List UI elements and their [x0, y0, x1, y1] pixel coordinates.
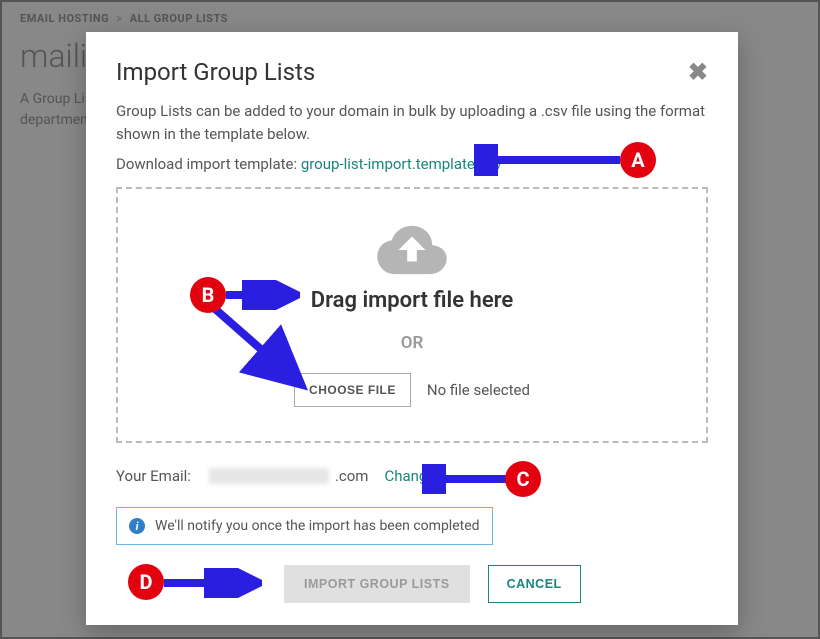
upload-cloud-icon: [377, 224, 447, 276]
no-file-text: No file selected: [427, 381, 530, 399]
email-row: Your Email: .com Change: [116, 467, 708, 485]
marker-b: B: [190, 277, 226, 313]
or-text: OR: [401, 333, 424, 353]
marker-d: D: [128, 564, 164, 600]
cancel-button[interactable]: CANCEL: [488, 565, 581, 603]
choose-file-button[interactable]: CHOOSE FILE: [294, 373, 411, 407]
email-redacted: [209, 468, 329, 484]
download-label: Download import template:: [116, 155, 301, 173]
arrow-b2: [208, 302, 308, 392]
modal-title: Import Group Lists: [116, 58, 315, 86]
info-icon: i: [129, 518, 145, 534]
arrow-c: [422, 464, 508, 494]
action-row: IMPORT GROUP LISTS CANCEL: [284, 565, 708, 603]
import-modal: Import Group Lists ✖ Group Lists can be …: [86, 32, 738, 625]
drag-file-text: Drag import file here: [311, 288, 513, 313]
marker-c: C: [505, 461, 541, 497]
arrow-a: [474, 144, 622, 176]
download-template-link[interactable]: group-list-import.template.csv: [301, 155, 502, 173]
email-label: Your Email:: [116, 467, 191, 485]
import-button[interactable]: IMPORT GROUP LISTS: [284, 565, 470, 603]
email-domain: .com: [335, 467, 369, 485]
close-icon[interactable]: ✖: [688, 58, 708, 86]
arrow-d: [162, 568, 262, 598]
info-notification: i We'll notify you once the import has b…: [116, 507, 493, 545]
modal-description: Group Lists can be added to your domain …: [116, 100, 708, 145]
info-text: We'll notify you once the import has bee…: [155, 518, 480, 534]
marker-a: A: [620, 142, 656, 178]
dropzone[interactable]: Drag import file here OR CHOOSE FILE No …: [116, 187, 708, 443]
